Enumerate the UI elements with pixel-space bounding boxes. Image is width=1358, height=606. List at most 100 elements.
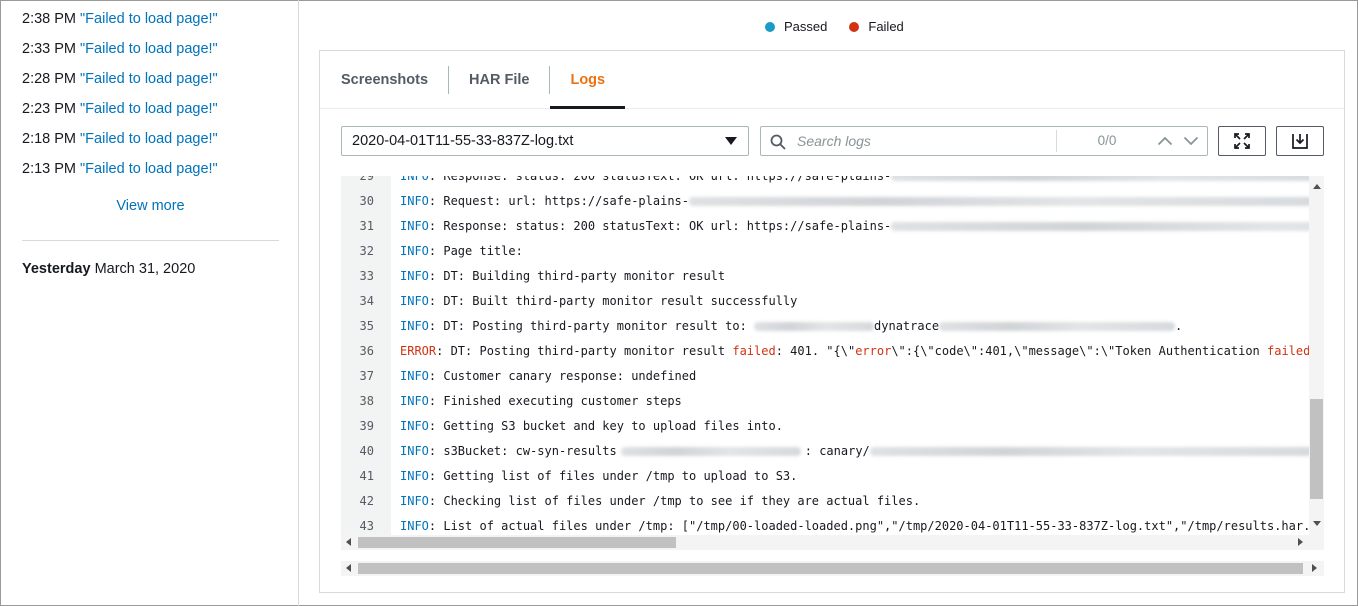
- log-level: INFO: [400, 419, 429, 433]
- run-status-link[interactable]: "Failed to load page!": [80, 131, 218, 147]
- run-time: 2:33 PM: [22, 41, 76, 57]
- run-status-link[interactable]: "Failed to load page!": [80, 11, 218, 27]
- log-text: dynatrace: [874, 319, 940, 333]
- scroll-up-arrow-icon[interactable]: [1313, 184, 1321, 189]
- run-status-link[interactable]: "Failed to load page!": [80, 161, 218, 177]
- run-item: 2:38 PM "Failed to load page!": [22, 6, 218, 36]
- line-number: 36: [359, 344, 374, 358]
- log-vertical-scrollbar[interactable]: [1309, 176, 1324, 536]
- log-text: : Response: status: 200 statusText: OK u…: [428, 219, 892, 233]
- scroll-right-arrow-icon[interactable]: [1312, 564, 1317, 572]
- log-level: INFO: [400, 494, 429, 508]
- line-number: 39: [359, 419, 374, 433]
- tab-screenshots[interactable]: Screenshots: [320, 51, 448, 108]
- log-horizontal-scrollbar[interactable]: [341, 535, 1324, 550]
- log-text: : Checking list of files under /tmp to s…: [428, 494, 921, 508]
- log-text: : Getting S3 bucket and key to upload fi…: [428, 419, 783, 433]
- scroll-right-arrow-icon[interactable]: [1298, 538, 1303, 546]
- log-line: 42 INFO: Checking list of files under /tm…: [341, 489, 1324, 514]
- canary-runs-panel: 2:38 PM "Failed to load page!" 2:33 PM "F…: [0, 0, 299, 606]
- redacted-text: [620, 447, 801, 456]
- log-text: : canary/: [804, 444, 870, 458]
- run-time: 2:18 PM: [22, 131, 76, 147]
- log-text: : Getting list of files under /tmp to up…: [428, 469, 798, 483]
- log-level: INFO: [400, 394, 429, 408]
- line-number: 32: [359, 244, 374, 258]
- day-label: Yesterday: [22, 261, 91, 277]
- log-line: 40 INFO: s3Bucket: cw-syn-results: canary…: [341, 439, 1324, 464]
- scroll-down-arrow-icon[interactable]: [1313, 521, 1321, 526]
- chevron-up-icon[interactable]: [1157, 134, 1173, 148]
- legend-label: Failed: [868, 19, 904, 34]
- day-heading: Yesterday March 31, 2020: [22, 261, 195, 277]
- expand-button[interactable]: [1218, 126, 1266, 156]
- log-level: INFO: [400, 444, 429, 458]
- log-line: 41 INFO: Getting list of files under /tmp…: [341, 464, 1324, 489]
- line-number: 33: [359, 269, 374, 283]
- log-level: INFO: [400, 269, 429, 283]
- scroll-left-arrow-icon[interactable]: [346, 538, 351, 546]
- run-time: 2:13 PM: [22, 161, 76, 177]
- search-divider: [1056, 130, 1057, 152]
- line-number: 40: [359, 444, 374, 458]
- legend: Passed Failed: [765, 19, 926, 34]
- view-more-link[interactable]: View more: [22, 198, 279, 214]
- log-text: : DT: Building third-party monitor resul…: [428, 269, 726, 283]
- panel-horizontal-scrollbar[interactable]: [341, 561, 1324, 576]
- log-text: failed: [1267, 344, 1311, 358]
- log-line: 33 INFO: DT: Building third-party monitor…: [341, 264, 1324, 289]
- line-number: 41: [359, 469, 374, 483]
- panel-horizontal-scroll-thumb[interactable]: [358, 563, 1303, 574]
- log-text: : List of actual files under /tmp: ["/tm…: [428, 519, 1324, 533]
- log-file-select[interactable]: 2020-04-01T11-55-33-837Z-log.txt: [341, 126, 749, 156]
- log-text: : DT: Built third-party monitor result s…: [428, 294, 798, 308]
- log-text: error: [855, 344, 892, 358]
- run-status-link[interactable]: "Failed to load page!": [80, 41, 218, 57]
- run-item: 2:23 PM "Failed to load page!": [22, 96, 218, 126]
- redacted-text: [689, 197, 1324, 206]
- day-date: March 31, 2020: [94, 261, 196, 277]
- run-time: 2:28 PM: [22, 71, 76, 87]
- tab-logs[interactable]: Logs: [550, 51, 625, 109]
- run-item: 2:33 PM "Failed to load page!": [22, 36, 218, 66]
- redacted-text: [754, 322, 875, 331]
- log-file-value: 2020-04-01T11-55-33-837Z-log.txt: [352, 133, 574, 149]
- log-line: 35 INFO: DT: Posting third-party monitor …: [341, 314, 1324, 339]
- log-text: : Page title:: [428, 244, 523, 258]
- run-item: 2:13 PM "Failed to load page!": [22, 156, 218, 186]
- search-match-count: 0/0: [1097, 133, 1117, 148]
- line-number: 35: [359, 319, 374, 333]
- log-line: 39 INFO: Getting S3 bucket and key to upl…: [341, 414, 1324, 439]
- log-level: INFO: [400, 469, 429, 483]
- tab-har-file[interactable]: HAR File: [449, 51, 549, 108]
- run-item: 2:18 PM "Failed to load page!": [22, 126, 218, 156]
- redacted-text: [869, 447, 1320, 456]
- scroll-left-arrow-icon[interactable]: [346, 564, 351, 572]
- run-time: 2:38 PM: [22, 11, 76, 27]
- log-line: 29 INFO: Response: status: 200 statusText…: [341, 176, 1324, 189]
- log-line: 38 INFO: Finished executing customer step…: [341, 389, 1324, 414]
- redacted-text: [939, 322, 1176, 331]
- log-text: : 401. "{\": [775, 344, 856, 358]
- log-level: INFO: [400, 319, 429, 333]
- log-level: INFO: [400, 219, 429, 233]
- line-number: 29: [359, 176, 374, 183]
- log-search-box: 0/0: [760, 126, 1208, 156]
- search-input[interactable]: [795, 127, 1055, 155]
- log-text: failed: [732, 344, 776, 358]
- log-level: INFO: [400, 519, 429, 533]
- line-number: 42: [359, 494, 374, 508]
- line-number: 30: [359, 194, 374, 208]
- legend-dot-icon: [849, 21, 860, 32]
- log-line: 30 INFO: Request: url: https://safe-plain…: [341, 189, 1324, 214]
- log-vertical-scroll-thumb[interactable]: [1310, 399, 1323, 499]
- run-status-link[interactable]: "Failed to load page!": [80, 101, 218, 117]
- run-time: 2:23 PM: [22, 101, 76, 117]
- log-horizontal-scroll-thumb[interactable]: [358, 537, 676, 548]
- log-line: 34 INFO: DT: Built third-party monitor re…: [341, 289, 1324, 314]
- log-level: INFO: [400, 194, 429, 208]
- run-status-link[interactable]: "Failed to load page!": [80, 71, 218, 87]
- chevron-down-icon[interactable]: [1183, 134, 1199, 148]
- log-text: : Request: url: https://safe-plains-: [428, 194, 689, 208]
- download-button[interactable]: [1276, 126, 1324, 156]
